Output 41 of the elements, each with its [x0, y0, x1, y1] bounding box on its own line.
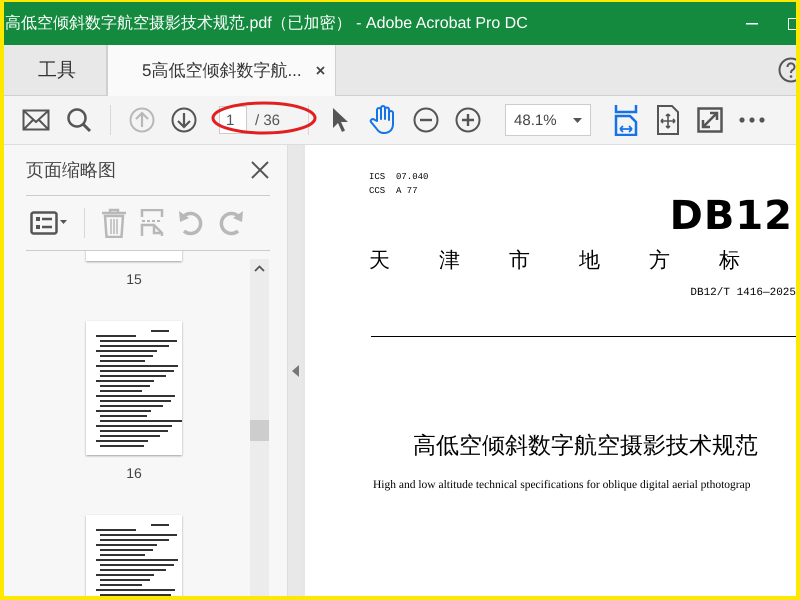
panel-title: 页面缩略图 [26, 159, 116, 182]
classification-code: CCS A 77 [369, 185, 418, 198]
tab[interactable]: 5高低空倾斜数字航... [107, 45, 336, 96]
split-page-icon [140, 209, 164, 237]
fit-page-icon [614, 104, 638, 136]
classification-code: ICS 07.040 [369, 171, 428, 184]
more-icon [739, 117, 766, 123]
zoom-dropdown[interactable]: 48.1% [505, 104, 592, 136]
up-arrow-circle-icon [129, 107, 155, 133]
scrollbar-thumb[interactable] [250, 420, 269, 441]
expand-icon [697, 107, 724, 133]
trash-icon [101, 208, 127, 238]
list-options-icon [30, 211, 68, 235]
page-thumbnail[interactable] [86, 321, 182, 455]
fit-page-button[interactable] [613, 102, 640, 138]
collapse-arrow-icon[interactable] [292, 364, 298, 376]
minus-circle-icon [413, 107, 440, 133]
search-icon [66, 107, 92, 133]
standard-logo: DB12 [670, 196, 793, 236]
rotate-left-icon [177, 209, 205, 237]
rotate-right-icon [217, 209, 245, 237]
down-arrow-circle-icon [171, 107, 197, 133]
standard-number: DB12/T 1416—2025 [690, 287, 796, 299]
page-number: 15 [126, 271, 142, 287]
issuer-name: 天津市地方标 [369, 247, 740, 274]
page-move-button[interactable] [655, 102, 682, 138]
document-title: 高低空倾斜数字航空摄影技术规范 [413, 432, 759, 461]
minimize-icon[interactable] [746, 22, 758, 24]
close-icon[interactable] [316, 66, 325, 75]
close-icon[interactable] [250, 160, 270, 180]
scrollbar[interactable] [250, 259, 269, 596]
english-title: High and low altitude technical specifications for oblique digital aerial pthotograp [373, 479, 752, 491]
mail-icon [22, 109, 50, 131]
window-title: 高低空倾斜数字航空摄影技术规范.pdf（已加密） - Adobe Acrobat Pro DC [5, 14, 528, 34]
plus-circle-icon [455, 107, 482, 133]
pointer-icon [331, 107, 350, 133]
page-count: / 36 [255, 112, 280, 128]
page-number: 16 [126, 465, 142, 481]
page-move-icon [656, 105, 680, 135]
caret-icon [573, 118, 582, 122]
up-caret-icon[interactable] [254, 265, 265, 272]
